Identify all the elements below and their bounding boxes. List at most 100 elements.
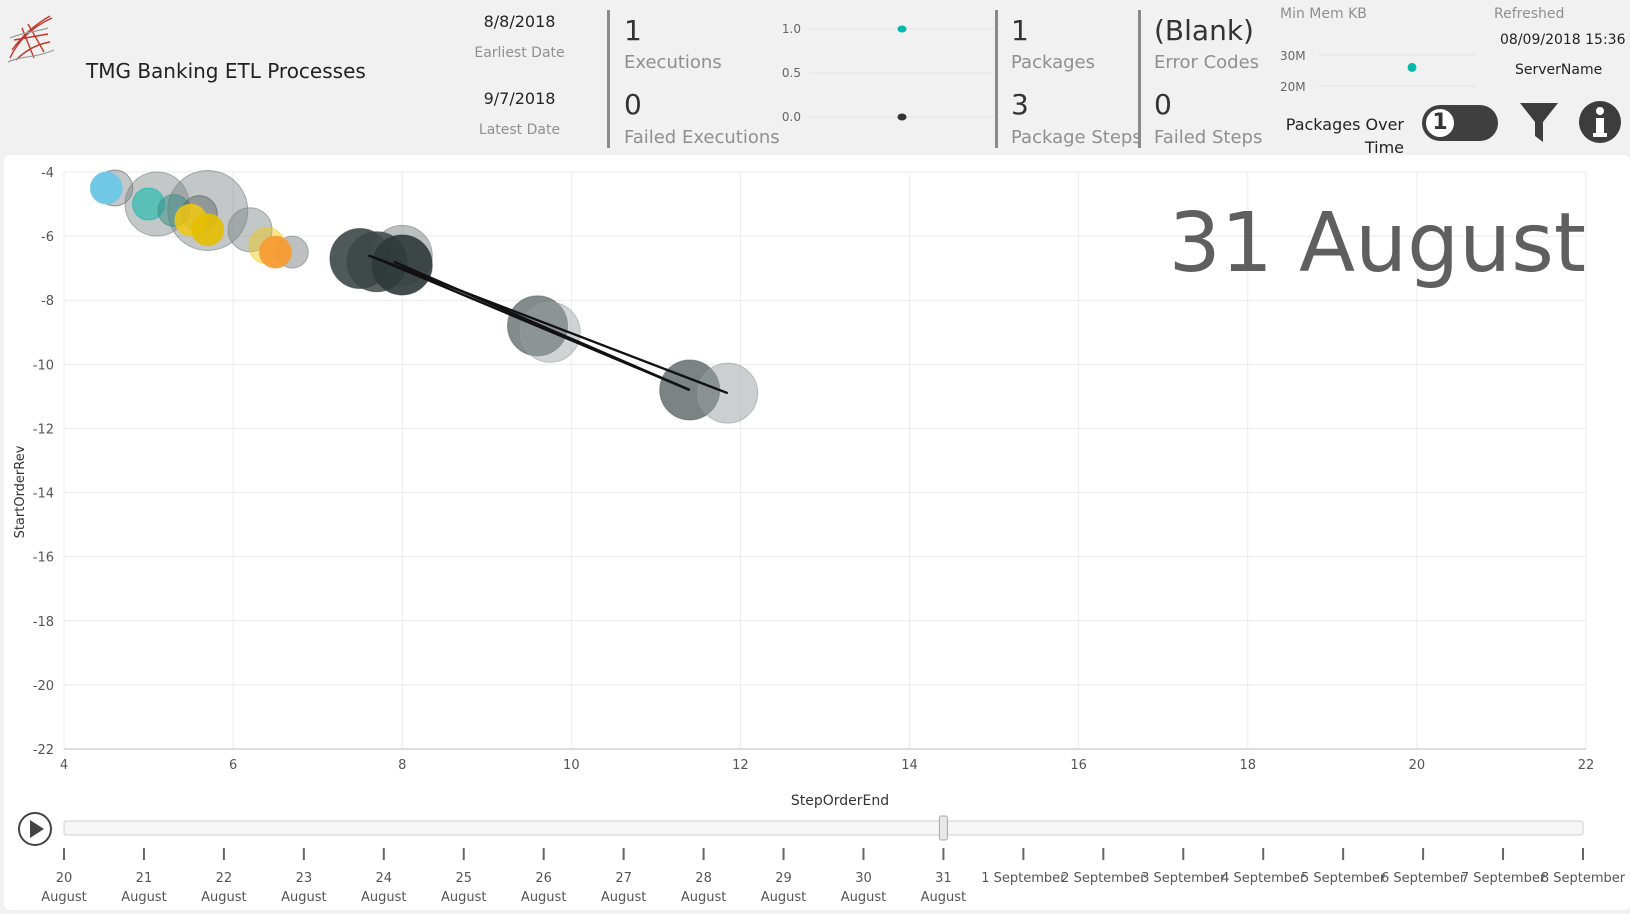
error-codes-label: Error Codes bbox=[1154, 52, 1260, 73]
refreshed-label: Refreshed bbox=[1494, 6, 1565, 22]
mem-chart-point bbox=[1407, 62, 1417, 72]
plot-area bbox=[89, 169, 759, 424]
header-divider bbox=[995, 10, 998, 148]
current-date-overlay: 31 August bbox=[1169, 196, 1586, 291]
play-axis-label: 7 September bbox=[1461, 871, 1546, 886]
mem-chart-tick: 20M bbox=[1280, 80, 1306, 94]
header-divider bbox=[607, 10, 610, 148]
play-axis-label: August bbox=[761, 890, 807, 905]
y-axis-title: StartOrderRev bbox=[13, 445, 28, 538]
mini-chart-point bbox=[897, 25, 907, 33]
y-tick-label: -20 bbox=[33, 679, 54, 694]
latest-date-value: 9/7/2018 bbox=[483, 89, 556, 108]
play-axis-label: 24 bbox=[376, 871, 393, 886]
y-tick-label: -4 bbox=[41, 166, 54, 181]
x-tick-label: 22 bbox=[1578, 758, 1595, 773]
play-axis-label: August bbox=[921, 890, 967, 905]
x-tick-label: 20 bbox=[1409, 758, 1426, 773]
play-axis-label: August bbox=[601, 890, 647, 905]
chart-card: 31 August StepOrderEnd StartOrderRev 4 6 8… bbox=[4, 155, 1630, 910]
package-steps-label: Package Steps bbox=[1011, 127, 1142, 148]
play-axis-label: 2 September bbox=[1061, 871, 1146, 886]
header-divider bbox=[1138, 10, 1141, 148]
failed-steps-label: Failed Steps bbox=[1154, 127, 1263, 148]
refreshed-value: 08/09/2018 15:36 bbox=[1500, 32, 1626, 48]
play-axis-label: August bbox=[41, 890, 87, 905]
play-axis-label: 21 bbox=[136, 871, 153, 886]
x-tick-label: 16 bbox=[1070, 758, 1087, 773]
data-bubble bbox=[258, 235, 292, 269]
x-tick-label: 14 bbox=[901, 758, 918, 773]
trail-line bbox=[393, 260, 691, 392]
x-tick-label: 12 bbox=[732, 758, 749, 773]
play-axis-label: 22 bbox=[216, 871, 233, 886]
executions-mini-chart: 1.0 0.5 0.0 bbox=[782, 22, 993, 124]
earliest-date-label: Earliest Date bbox=[474, 45, 565, 61]
failed-executions-value: 0 bbox=[624, 88, 642, 121]
play-axis-label: August bbox=[201, 890, 247, 905]
play-axis-label: August bbox=[281, 890, 327, 905]
packages-over-time-toggle[interactable]: 1 bbox=[1422, 105, 1498, 141]
x-tick-label: 10 bbox=[563, 758, 580, 773]
data-bubble bbox=[191, 213, 225, 247]
y-tick-label: -10 bbox=[33, 358, 54, 373]
x-tick-label: 18 bbox=[1240, 758, 1257, 773]
play-axis-label: 26 bbox=[535, 871, 552, 886]
play-axis-label: 31 bbox=[935, 871, 952, 886]
y-tick-label: -18 bbox=[33, 615, 54, 630]
play-axis-label: 8 September bbox=[1541, 871, 1626, 886]
package-steps-value: 3 bbox=[1011, 88, 1029, 121]
sql-server-logo-icon bbox=[7, 15, 55, 63]
page-title: TMG Banking ETL Processes bbox=[86, 59, 366, 83]
info-icon[interactable] bbox=[1578, 100, 1622, 144]
play-axis-label: 29 bbox=[775, 871, 792, 886]
data-bubble bbox=[697, 362, 759, 424]
play-axis-label: 20 bbox=[56, 871, 73, 886]
toggle-label: Packages Over Time bbox=[1268, 113, 1404, 159]
x-tick-label: 8 bbox=[398, 758, 406, 773]
play-axis-label: 6 September bbox=[1381, 871, 1466, 886]
play-axis-label: 25 bbox=[455, 871, 472, 886]
y-tick-label: -22 bbox=[33, 743, 54, 758]
y-tick-label: -16 bbox=[33, 551, 54, 566]
play-axis-label: August bbox=[361, 890, 407, 905]
latest-date-label: Latest Date bbox=[478, 122, 561, 138]
bubble-scatter-chart[interactable]: 31 August StepOrderEnd StartOrderRev 4 6 8… bbox=[4, 155, 1630, 910]
play-axis-label: 27 bbox=[615, 871, 632, 886]
executions-label: Executions bbox=[624, 52, 722, 73]
play-axis-label: August bbox=[121, 890, 167, 905]
data-bubble bbox=[89, 171, 123, 205]
min-mem-title: Min Mem KB bbox=[1280, 6, 1367, 22]
play-axis-label: 23 bbox=[296, 871, 313, 886]
toggle-knob: 1 bbox=[1424, 107, 1456, 139]
min-mem-chart: 30M 20M bbox=[1280, 49, 1476, 94]
y-tick-label: -8 bbox=[41, 294, 54, 309]
play-axis-label: 1 September bbox=[981, 871, 1066, 886]
play-axis-track bbox=[63, 820, 1584, 836]
x-tick-label: 4 bbox=[60, 758, 68, 773]
play-axis-label: August bbox=[441, 890, 487, 905]
trail-line bbox=[367, 254, 729, 395]
filter-icon[interactable] bbox=[1518, 100, 1560, 144]
failed-executions-label: Failed Executions bbox=[624, 127, 780, 148]
play-axis-label: August bbox=[681, 890, 727, 905]
play-axis[interactable]: 20 August 21 August 22 August 23 August 24 August… bbox=[0, 810, 1630, 910]
y-tick-label: -12 bbox=[33, 422, 54, 437]
executions-value: 1 bbox=[624, 14, 642, 47]
play-axis-handle[interactable] bbox=[938, 815, 948, 841]
mini-chart-tick: 1.0 bbox=[782, 22, 801, 36]
failed-steps-value: 0 bbox=[1154, 88, 1172, 121]
y-tick-label: -6 bbox=[41, 230, 54, 245]
play-axis-label: 30 bbox=[855, 871, 872, 886]
error-codes-value: (Blank) bbox=[1154, 14, 1254, 47]
server-name: ServerName bbox=[1515, 62, 1603, 78]
play-axis-label: August bbox=[521, 890, 567, 905]
mem-chart-tick: 30M bbox=[1280, 49, 1306, 63]
play-axis-label: 5 September bbox=[1301, 871, 1386, 886]
packages-label: Packages bbox=[1011, 52, 1095, 73]
x-tick-label: 6 bbox=[229, 758, 237, 773]
packages-value: 1 bbox=[1011, 14, 1029, 47]
play-axis-label: August bbox=[841, 890, 887, 905]
mini-chart-point bbox=[897, 113, 907, 121]
mini-chart-tick: 0.0 bbox=[782, 110, 801, 124]
